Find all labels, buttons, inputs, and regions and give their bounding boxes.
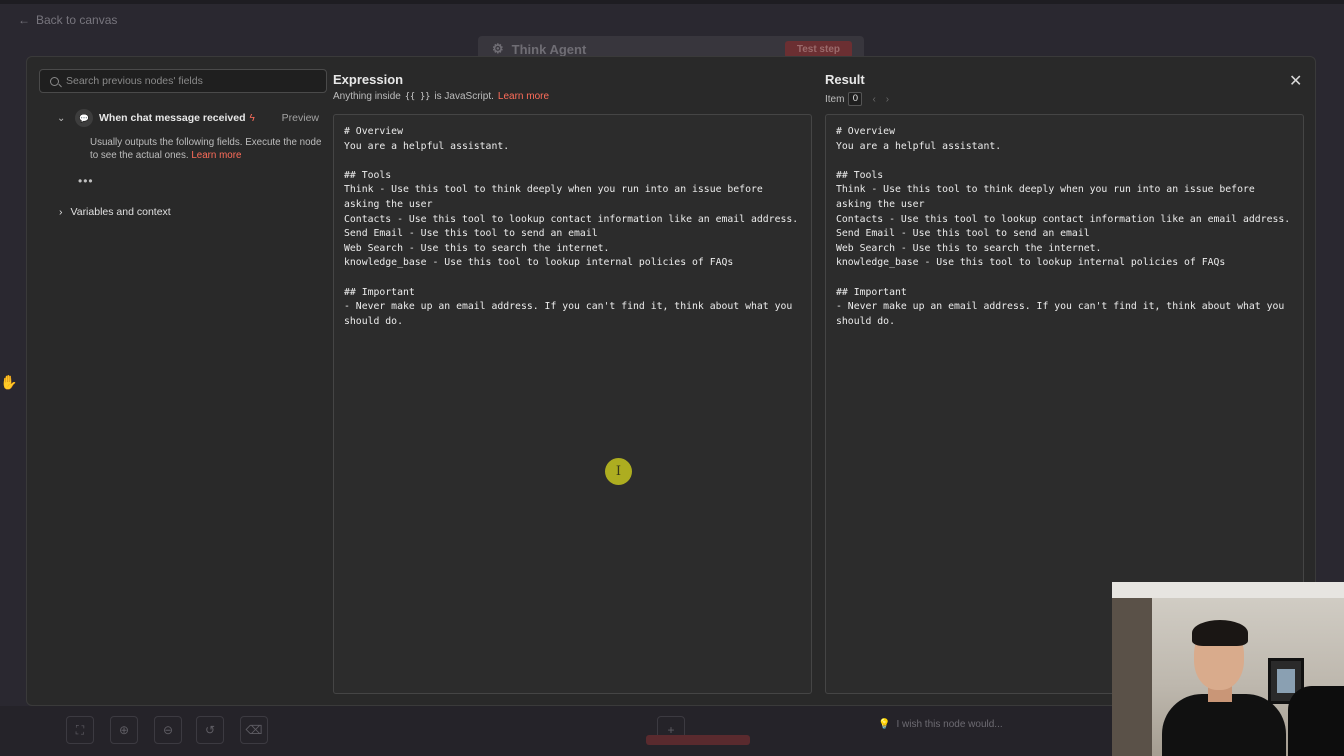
feedback-prompt[interactable]: 💡 I wish this node would... [878,719,1003,730]
webcam-person-body [1162,694,1286,756]
broom-icon: ⌫ [245,723,263,737]
search-input[interactable] [66,75,306,87]
back-to-canvas-link[interactable]: ← Back to canvas [18,13,117,27]
preview-label[interactable]: Preview [282,112,319,124]
search-field[interactable] [39,69,327,93]
cursor-highlight-icon: I [605,458,632,485]
fit-view-icon: ⛶ [75,722,85,737]
variables-context-row[interactable]: › Variables and context [59,206,171,218]
bolt-icon: ϟ [249,112,255,124]
item-label: Item [825,93,845,105]
webcam-microphone [1288,686,1344,756]
hint-learn-more-link[interactable]: Learn more [191,150,241,161]
arrow-left-icon: ← [18,13,30,27]
tidy-button[interactable]: ⌫ [240,716,268,744]
webcam-ceiling [1112,582,1344,598]
back-link-label: Back to canvas [36,13,118,27]
variables-label: Variables and context [70,206,171,218]
expression-subtitle: Anything inside {{ }} is JavaScript. Lea… [333,91,549,102]
sub-braces: {{ }} [404,91,431,102]
undo-icon: ↺ [204,723,216,737]
chat-icon: 💬 [75,109,93,127]
chevron-down-icon[interactable]: ⌄ [57,113,75,124]
canvas-hand-icon: ✋ [0,374,18,390]
lightbulb-icon: 💡 [878,719,891,730]
sub-suffix: is JavaScript. [434,91,494,102]
webcam-shelf [1112,598,1152,756]
chevron-right-icon[interactable]: › [886,94,889,105]
expression-title: Expression [333,72,404,87]
webcam-overlay [1112,582,1344,756]
sub-prefix: Anything inside [333,91,401,102]
close-icon[interactable]: ✕ [1289,71,1302,91]
test-step-button[interactable]: Test step [784,40,852,58]
chevron-left-icon[interactable]: ‹ [872,94,875,105]
trigger-hint: Usually outputs the following fields. Ex… [90,136,322,162]
zoom-out-button[interactable]: ⊖ [154,716,182,744]
undo-button[interactable]: ↺ [196,716,224,744]
item-index-input[interactable]: 0 [848,92,863,106]
webcam-person-hair [1192,620,1248,646]
trigger-node-row[interactable]: ⌄ 💬 When chat message received ϟ Preview [57,109,319,127]
robot-icon: ⚙ [492,41,504,56]
trigger-name: When chat message received [99,112,246,124]
execute-bar[interactable] [646,735,750,745]
zoom-in-icon: ⊕ [118,723,130,737]
node-title: Think Agent [511,41,587,57]
expression-learn-more-link[interactable]: Learn more [498,91,549,102]
fit-view-button[interactable]: ⛶ [66,716,94,744]
chevron-right-icon: › [59,206,63,218]
search-icon [50,76,59,86]
expression-editor[interactable]: # Overview You are a helpful assistant. … [333,114,812,694]
more-fields-icon[interactable]: ••• [78,174,94,188]
result-item-selector: Item 0 ‹ › [825,92,889,106]
zoom-out-icon: ⊖ [162,723,174,737]
zoom-in-button[interactable]: ⊕ [110,716,138,744]
top-bar [0,0,1344,4]
wish-label: I wish this node would... [896,719,1003,730]
result-title: Result [825,72,865,87]
